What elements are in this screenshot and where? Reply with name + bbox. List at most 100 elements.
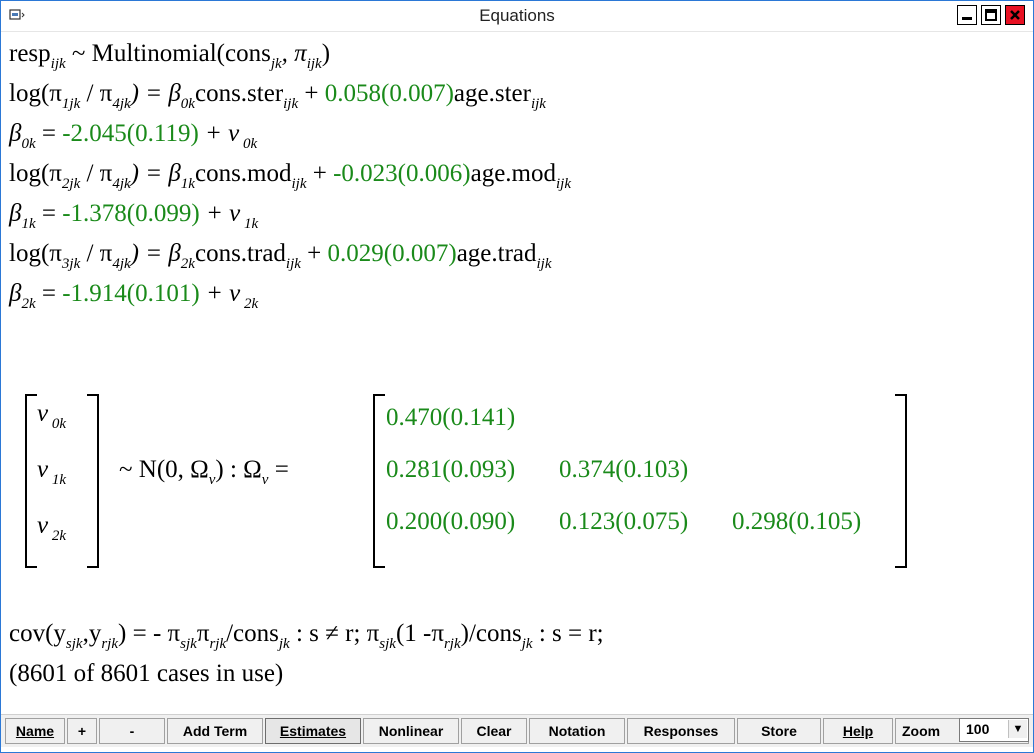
eq-text: cons.ster [194,80,284,107]
eq-text: , π [281,40,307,67]
eq-sub: 1k [48,472,67,488]
vector-v1: ν 1k [37,456,66,488]
matrix-cell[interactable]: 0.298(0.105) [732,508,861,536]
matrix-cell[interactable]: 0.281(0.093) [386,456,515,484]
minimize-icon [962,17,972,20]
plus-button[interactable]: + [67,718,97,744]
eq-text: π [196,620,210,647]
estimate-value[interactable]: -0.023(0.006) [333,160,470,187]
eq-sub: jk [270,56,282,72]
eq-text: ) = - π [118,620,181,647]
eq-sub: sjk [379,636,396,652]
eq-sub: 2k [21,296,36,312]
maximize-button[interactable] [981,5,1001,25]
add-term-button[interactable]: Add Term [167,718,263,744]
responses-button[interactable]: Responses [627,718,735,744]
clear-button[interactable]: Clear [461,718,527,744]
eq-sub: 0k [21,136,36,152]
equation-line-beta2: β2k = -1.914(0.101) + ν 2k [9,280,258,312]
notation-button[interactable]: Notation [529,718,625,744]
eq-text: resp [9,40,51,67]
estimate-value[interactable]: -1.378(0.099) [62,200,199,227]
close-button[interactable] [1005,5,1025,25]
zoom-select[interactable]: 100 ▼ [959,718,1029,742]
eq-sub: 4jk [112,176,131,192]
eq-sub: 0k [239,136,258,152]
eq-text: ν [37,512,49,539]
eq-text: : s = r; [532,620,604,647]
eq-text: : s ≠ r; π [289,620,380,647]
eq-text: ν [37,400,49,427]
name-button[interactable]: Name [5,718,65,744]
estimate-value[interactable]: 0.029(0.007) [328,240,457,267]
eq-sub: jk [521,636,533,652]
equation-line-logit-1: log(π1jk / π4jk) = β0kcons.sterijk + 0.0… [9,80,546,112]
equation-line-beta1: β1k = -1.378(0.099) + ν 1k [9,200,258,232]
eq-text: age.trad [456,240,537,267]
eq-sub: 1k [180,176,195,192]
equation-line-response: respijk ~ Multinomial(consjk, πijk) [9,40,331,72]
matrix-cell[interactable]: 0.374(0.103) [559,456,688,484]
minimize-button[interactable] [957,5,977,25]
eq-text: cov(y [9,620,66,647]
eq-sub: 3jk [61,256,81,272]
estimate-value[interactable]: -1.914(0.101) [62,280,199,307]
eq-text: = [35,200,63,227]
eq-text: age.mod [470,160,556,187]
eq-sub: ijk [536,256,552,272]
estimate-value[interactable]: -2.045(0.119) [62,120,199,147]
matrix-cell[interactable]: 0.123(0.075) [559,508,688,536]
eq-sub: 2jk [61,176,81,192]
help-button[interactable]: Help [823,718,893,744]
eq-text: )/cons [460,620,522,647]
eq-text: ν [37,456,49,483]
zoom-label: Zoom [902,723,941,739]
eq-text: + [306,160,334,187]
eq-text: = [35,120,63,147]
eq-sub: ijk [530,96,546,112]
matrix-cell[interactable]: 0.200(0.090) [386,508,515,536]
maximize-icon [985,9,997,21]
eq-text: β [9,120,22,147]
eq-text: + [298,80,325,107]
vector-v0: ν 0k [37,400,66,432]
eq-sub: ijk [555,176,571,192]
eq-sub: rjk [101,636,119,652]
eq-text: log(π [9,160,62,187]
eq-text: cons.mod [194,160,292,187]
multinomial-covariance-line: cov(ysjk,yrjk) = - πsjkπrjk/consjk : s ≠… [9,620,604,652]
equations-toolbar: Name + - Add Term Estimates Nonlinear Cl… [1,714,1033,747]
eq-sub: ijk [285,256,301,272]
eq-sub: 2k [180,256,195,272]
equation-line-logit-2: log(π2jk / π4jk) = β1kcons.modijk + -0.0… [9,160,571,192]
button-label: Help [842,723,874,739]
title-bar: Equations [1,1,1033,32]
eq-text: + ν [199,280,241,307]
eq-text: + ν [198,120,240,147]
eq-sub: 2k [240,296,259,312]
eq-sub: jk [278,636,290,652]
eq-sub: sjk [180,636,197,652]
eq-sub: ijk [283,96,299,112]
eq-text: cons.trad [194,240,286,267]
eq-sub: rjk [209,636,227,652]
matrix-cell[interactable]: 0.470(0.141) [386,404,515,432]
eq-sub: sjk [65,636,83,652]
eq-text: age.ster [453,80,531,107]
eq-text: = [268,456,289,483]
minus-button[interactable]: - [99,718,165,744]
nonlinear-button[interactable]: Nonlinear [363,718,459,744]
eq-text: ) [321,40,331,67]
vector-left-bracket [25,394,37,568]
eq-text: ~ Multinomial(cons [65,40,271,67]
store-button[interactable]: Store [737,718,821,744]
button-label: Name [15,723,55,739]
eq-sub: 4jk [112,96,131,112]
eq-text: β [9,200,22,227]
close-icon [1010,10,1020,20]
eq-text: β [9,280,22,307]
estimate-value[interactable]: 0.058(0.007) [325,80,454,107]
chevron-down-icon[interactable]: ▼ [1008,720,1027,738]
estimates-button[interactable]: Estimates [265,718,361,744]
button-label: Estimates [279,723,347,739]
